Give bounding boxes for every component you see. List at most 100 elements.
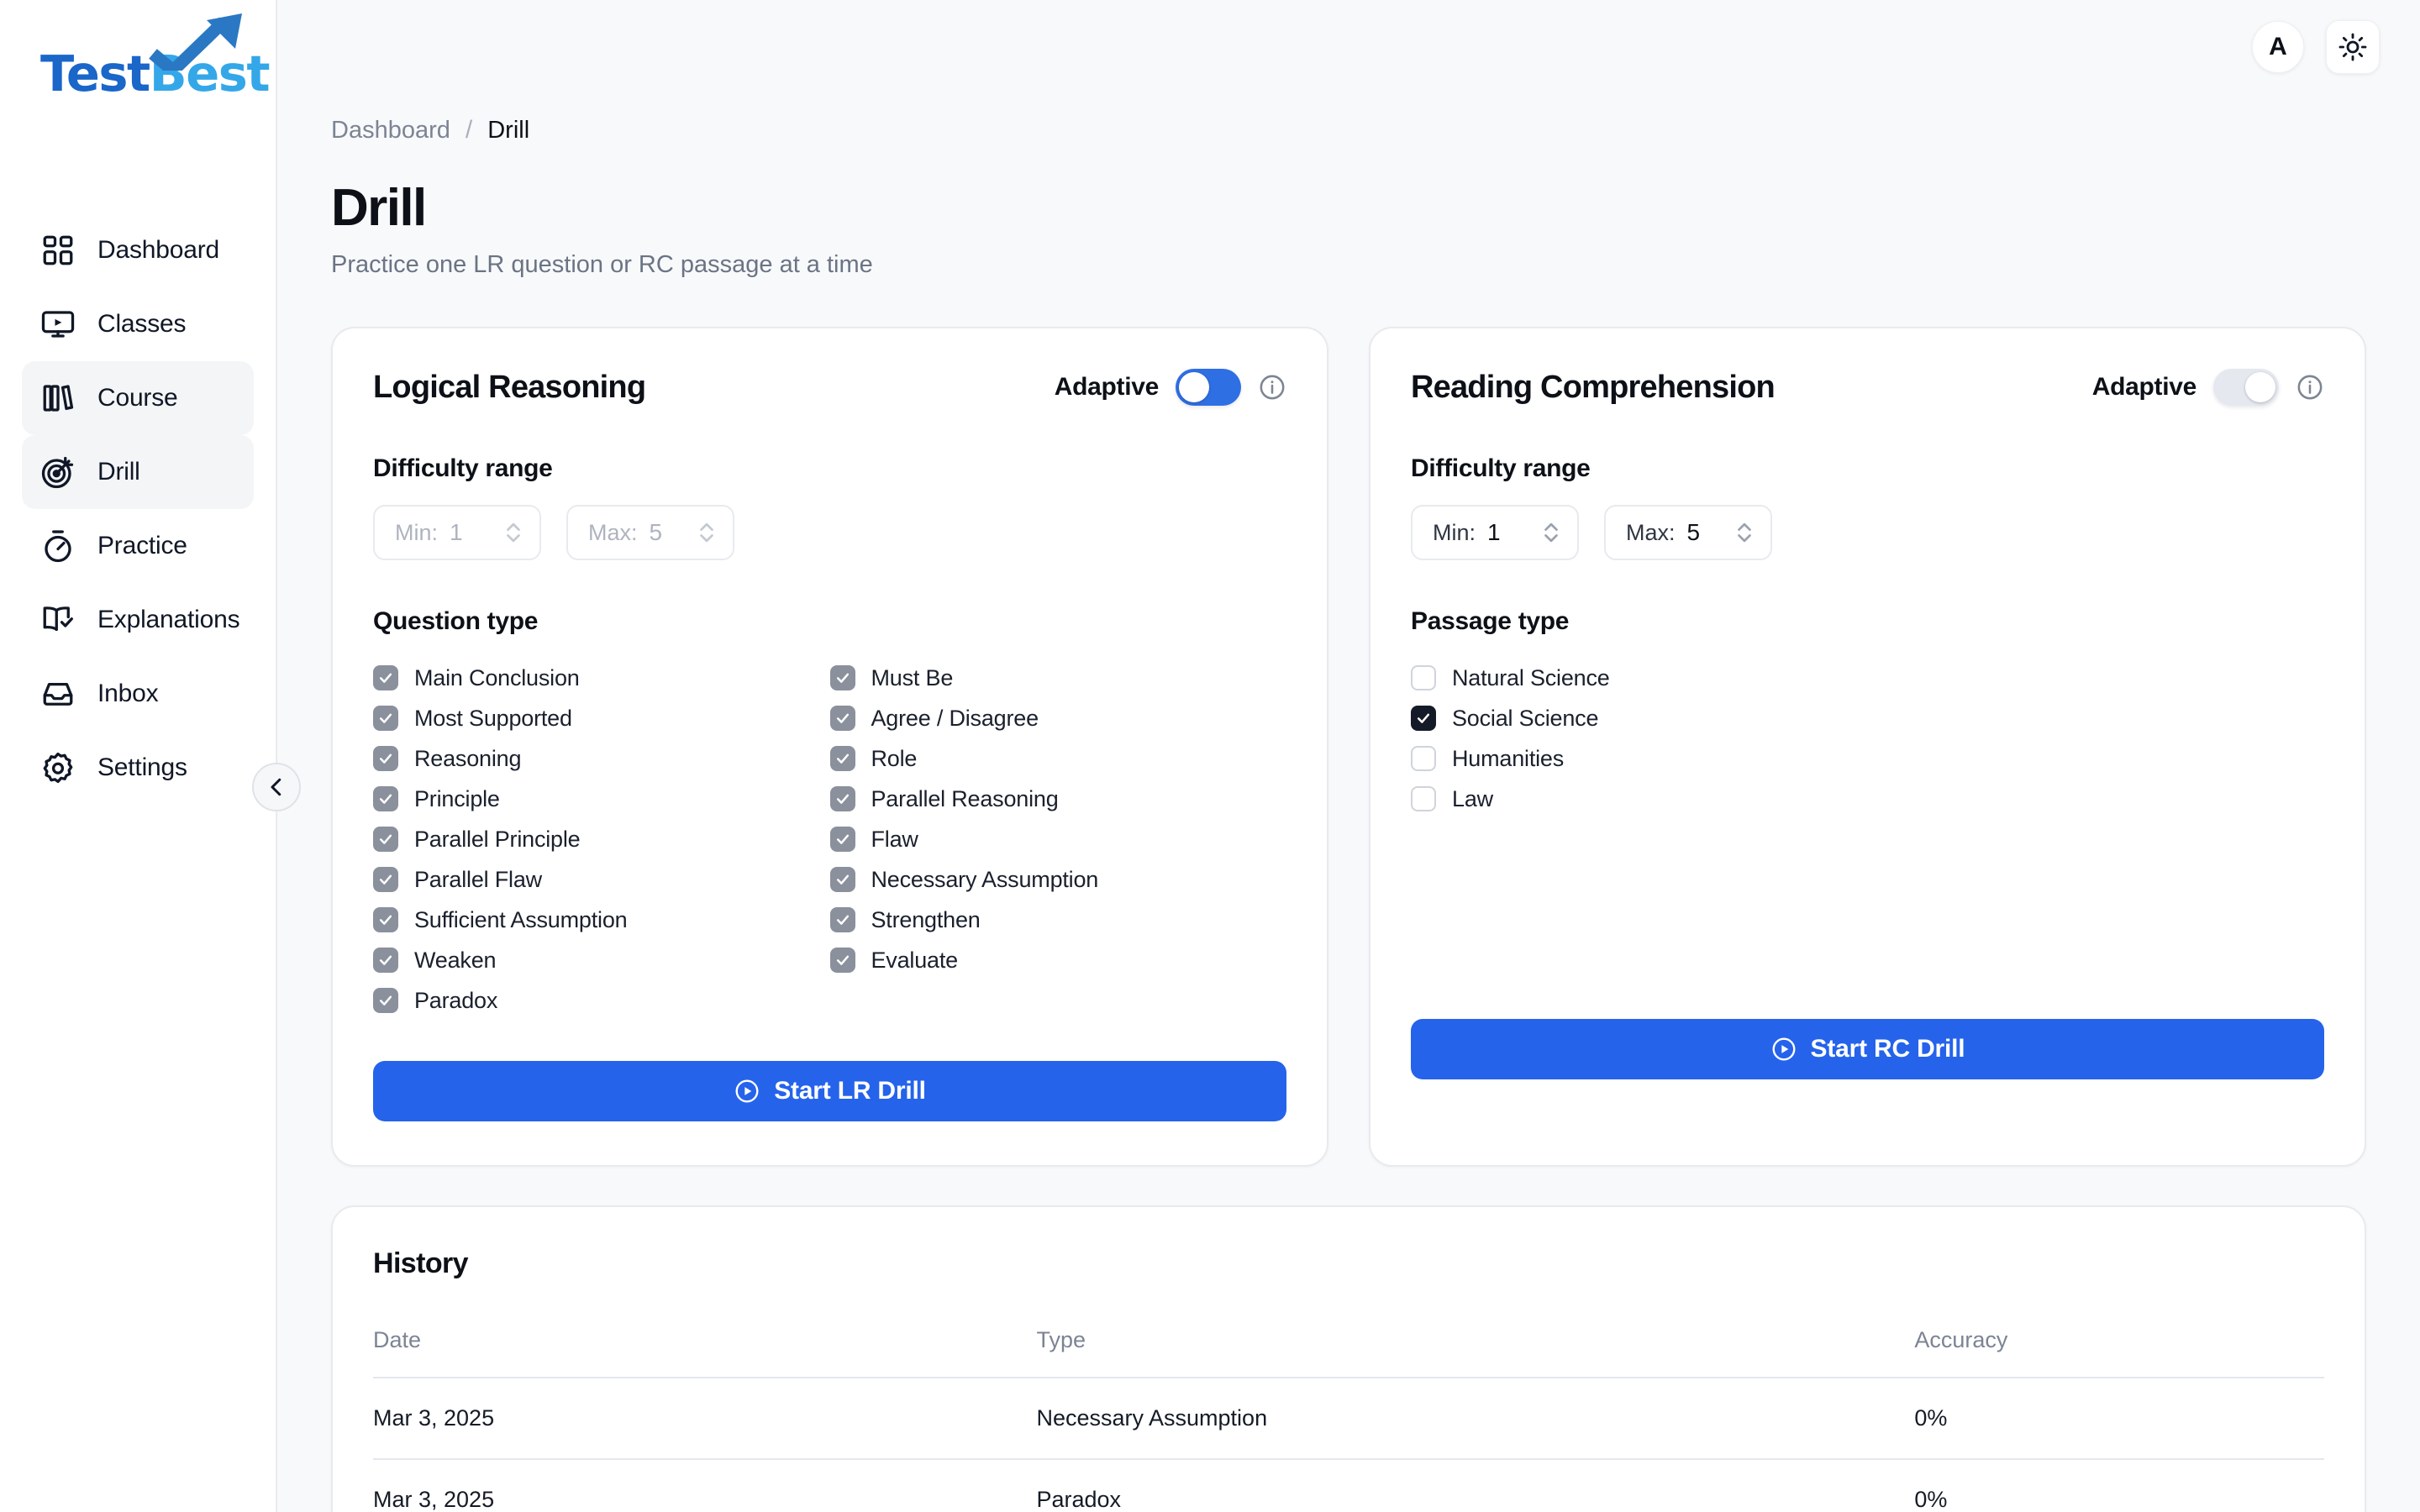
checkbox-row[interactable]: Evaluate [829, 940, 1287, 980]
breadcrumb-dashboard[interactable]: Dashboard [331, 117, 450, 144]
check-icon [829, 786, 855, 811]
checkbox-label: Must Be [871, 664, 954, 690]
book-check-icon [40, 602, 76, 638]
column-header-date: Date [373, 1327, 1037, 1378]
check-icon [1411, 786, 1436, 811]
cell-accuracy: 0% [1914, 1459, 2324, 1512]
checkbox-row[interactable]: Necessary Assumption [829, 859, 1287, 900]
checkbox-label: Evaluate [871, 947, 959, 973]
table-header-row: Date Type Accuracy [373, 1327, 2324, 1378]
checkbox-label: Parallel Principle [414, 826, 581, 852]
timer-icon [40, 528, 76, 564]
rc-max-stepper[interactable]: Max: 5 [1604, 505, 1772, 560]
start-lr-drill-button[interactable]: Start LR Drill [373, 1061, 1286, 1121]
check-icon [373, 665, 398, 690]
rc-adaptive-toggle[interactable] [2213, 369, 2279, 406]
reading-comprehension-card: Reading Comprehension Adaptive Difficult… [1369, 327, 2366, 1167]
rc-max-label: Max: [1626, 519, 1676, 545]
grid-icon [40, 233, 76, 268]
checkbox-row[interactable]: Humanities [1411, 738, 2324, 779]
sidebar-item-drill[interactable]: Drill [22, 435, 254, 509]
sidebar-item-inbox[interactable]: Inbox [22, 657, 254, 731]
checkbox-row[interactable]: Parallel Reasoning [829, 779, 1287, 819]
logical-reasoning-card: Logical Reasoning Adaptive Difficulty ra… [331, 327, 1328, 1167]
checkbox-row[interactable]: Most Supported [373, 698, 830, 738]
rc-min-stepper[interactable]: Min: 1 [1411, 505, 1579, 560]
checkbox-row[interactable]: Principle [373, 779, 830, 819]
checkbox-label: Social Science [1452, 705, 1599, 731]
history-card: History Date Type Accuracy Mar 3, 2025 N… [331, 1205, 2366, 1512]
checkbox-label: Agree / Disagree [871, 705, 1039, 731]
checkbox-label: Principle [414, 785, 500, 811]
logo[interactable]: TestBest [0, 13, 276, 175]
sidebar-collapse-button[interactable] [252, 763, 301, 811]
checkbox-row[interactable]: Strengthen [829, 900, 1287, 940]
check-icon [1411, 706, 1436, 731]
play-circle-icon [1772, 1037, 1796, 1061]
checkbox-row[interactable]: Social Science [1411, 698, 2324, 738]
checkbox-row[interactable]: Natural Science [1411, 658, 2324, 698]
checkbox-row[interactable]: Reasoning [373, 738, 830, 779]
checkbox-row[interactable]: Weaken [373, 940, 830, 980]
checkbox-row[interactable]: Parallel Flaw [373, 859, 830, 900]
table-row[interactable]: Mar 3, 2025 Necessary Assumption 0% [373, 1378, 2324, 1460]
sidebar-item-label: Explanations [97, 606, 240, 633]
check-icon [373, 827, 398, 852]
lr-card-title: Logical Reasoning [373, 369, 646, 405]
check-icon [373, 786, 398, 811]
checkbox-row[interactable]: Role [829, 738, 1287, 779]
page-subtitle: Practice one LR question or RC passage a… [331, 251, 873, 278]
sidebar-item-classes[interactable]: Classes [22, 287, 254, 361]
breadcrumb-separator: / [465, 116, 473, 144]
lr-difficulty-steppers: Min: 1 Max: 5 [373, 505, 1286, 560]
sun-icon [2338, 33, 2367, 61]
stepper-chevrons-icon [1738, 522, 1751, 543]
check-icon [373, 746, 398, 771]
checkbox-row[interactable]: Agree / Disagree [829, 698, 1287, 738]
cell-type: Paradox [1036, 1459, 1915, 1512]
check-icon [373, 907, 398, 932]
sidebar-item-practice[interactable]: Practice [22, 509, 254, 583]
rc-min-label: Min: [1433, 519, 1476, 545]
column-header-accuracy: Accuracy [1914, 1327, 2324, 1378]
sidebar-item-label: Practice [97, 532, 187, 559]
lr-adaptive-toggle[interactable] [1176, 369, 1241, 406]
checkbox-row[interactable]: Law [1411, 779, 2324, 819]
lr-adaptive-label: Adaptive [1054, 373, 1160, 401]
sidebar-item-course[interactable]: Course [22, 361, 254, 435]
checkbox-row[interactable]: Paradox [373, 980, 830, 1021]
sidebar-item-dashboard[interactable]: Dashboard [22, 213, 254, 287]
checkbox-row[interactable]: Parallel Principle [373, 819, 830, 859]
checkbox-label: Role [871, 745, 918, 771]
checkbox-label: Paradox [414, 987, 498, 1013]
rc-adaptive-control: Adaptive [2092, 369, 2324, 406]
check-icon [829, 706, 855, 731]
lr-question-type-label: Question type [373, 607, 539, 635]
checkbox-label: Flaw [871, 826, 918, 852]
sidebar-item-label: Inbox [97, 680, 159, 707]
lr-max-stepper[interactable]: Max: 5 [566, 505, 734, 560]
lr-max-label: Max: [588, 519, 638, 545]
checkbox-row[interactable]: Must Be [829, 658, 1287, 698]
start-rc-drill-button[interactable]: Start RC Drill [1411, 1019, 2324, 1079]
sidebar-item-explanations[interactable]: Explanations [22, 583, 254, 657]
sidebar: TestBest Dashboard Classes Course Drill … [0, 0, 301, 1512]
table-row[interactable]: Mar 3, 2025 Paradox 0% [373, 1459, 2324, 1512]
lr-min-stepper[interactable]: Min: 1 [373, 505, 541, 560]
check-icon [829, 867, 855, 892]
checkbox-label: Reasoning [414, 745, 522, 771]
checkbox-row[interactable]: Sufficient Assumption [373, 900, 830, 940]
info-icon[interactable] [2296, 373, 2324, 402]
check-icon [373, 706, 398, 731]
info-icon[interactable] [1258, 373, 1286, 402]
theme-toggle-button[interactable] [2326, 20, 2380, 74]
lr-card-header: Logical Reasoning Adaptive [373, 369, 1286, 406]
sidebar-item-settings[interactable]: Settings [22, 731, 254, 805]
checkbox-label: Parallel Reasoning [871, 785, 1059, 811]
drill-cards-row: Logical Reasoning Adaptive Difficulty ra… [331, 327, 2420, 1167]
page-title: Drill [331, 179, 427, 237]
avatar[interactable]: A [2252, 21, 2304, 73]
checkbox-row[interactable]: Flaw [829, 819, 1287, 859]
checkbox-row[interactable]: Main Conclusion [373, 658, 830, 698]
inbox-icon [40, 676, 76, 711]
